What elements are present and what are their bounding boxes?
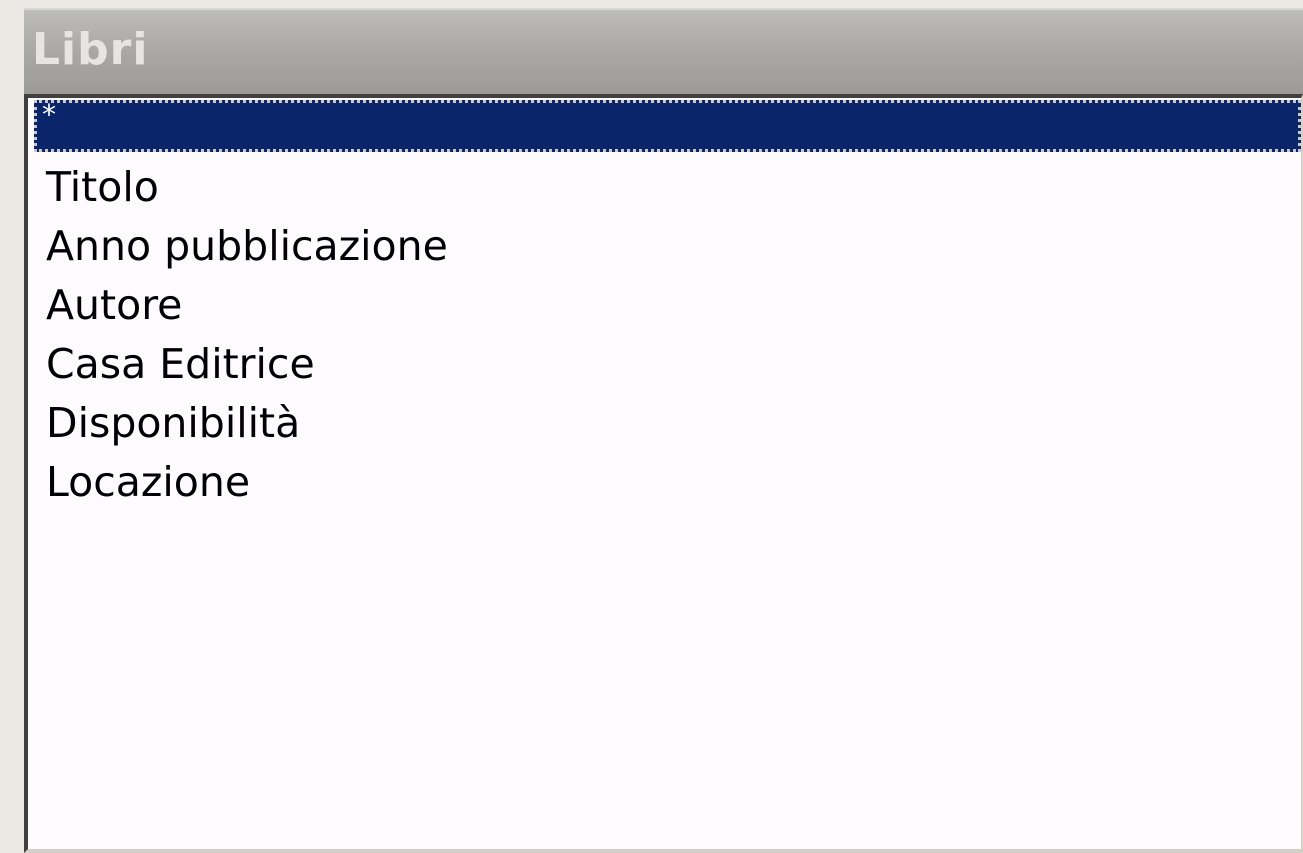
field-list-box[interactable]: * Titolo Anno pubblicazione Autore Casa … bbox=[24, 94, 1303, 853]
field-item-locazione[interactable]: Locazione bbox=[34, 453, 1301, 512]
field-item-casa-editrice[interactable]: Casa Editrice bbox=[34, 335, 1301, 394]
field-item-all[interactable]: * bbox=[34, 100, 1301, 152]
field-item-anno-pubblicazione[interactable]: Anno pubblicazione bbox=[34, 217, 1301, 276]
title-bar[interactable]: Libri bbox=[24, 8, 1303, 94]
table-field-list-window[interactable]: Libri * Titolo Anno pubblicazione Autore… bbox=[24, 8, 1303, 853]
table-title: Libri bbox=[32, 24, 149, 75]
field-list[interactable]: * Titolo Anno pubblicazione Autore Casa … bbox=[34, 100, 1301, 512]
field-item-disponibilita[interactable]: Disponibilità bbox=[34, 394, 1301, 453]
field-item-titolo[interactable]: Titolo bbox=[34, 158, 1301, 217]
field-item-autore[interactable]: Autore bbox=[34, 276, 1301, 335]
